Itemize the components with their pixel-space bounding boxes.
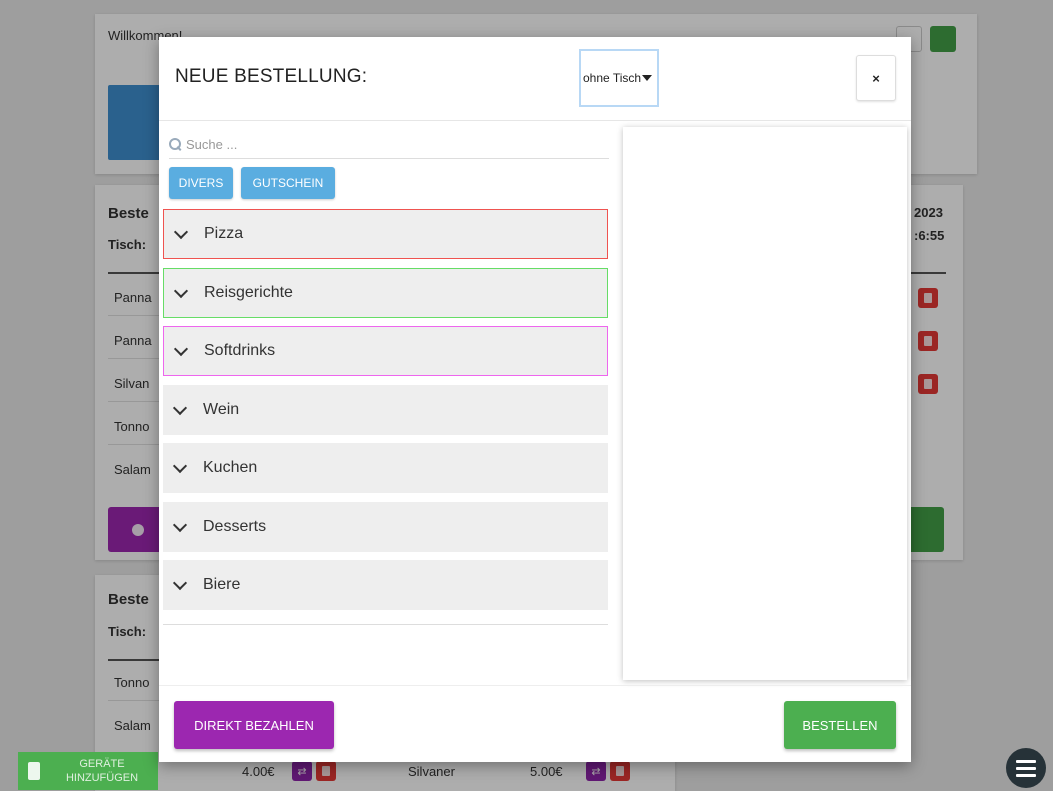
category-label: Reisgerichte [204,284,293,301]
voucher-button[interactable]: GUTSCHEIN [241,167,335,199]
chevron-down-icon [172,575,188,590]
chevron-down-icon [173,224,189,239]
category-wein[interactable]: Wein [163,385,608,435]
category-desserts[interactable]: Desserts [163,502,608,552]
category-pizza[interactable]: Pizza [163,209,608,259]
chevron-down-icon [172,458,188,473]
menu-column: DIVERS GUTSCHEIN Pizza Reisgerichte Softdr… [163,121,609,686]
menu-fab-button[interactable] [1006,748,1046,788]
chevron-down-icon [172,400,188,415]
category-label: Pizza [204,225,244,242]
hamburger-icon [1016,759,1036,763]
app-root: Willkommen! Beste Tisch: 2023 :6:55 Pann… [0,0,1053,791]
add-devices-button[interactable]: GERÄTE HINZUFÜGEN [18,752,158,790]
modal-footer: DIREKT BEZAHLEN BESTELLEN [159,685,911,762]
hamburger-icon [1016,773,1036,777]
modal-header: NEUE BESTELLUNG: ohne Tisch × [159,37,911,121]
category-label: Softdrinks [204,342,276,359]
chevron-down-icon [173,283,189,298]
modal-title: NEUE BESTELLUNG: [175,66,368,87]
new-order-modal: NEUE BESTELLUNG: ohne Tisch × DIVERS GUT… [159,37,911,762]
category-label: Biere [203,576,241,593]
search-bar [169,131,609,159]
category-label: Kuchen [203,459,258,476]
hamburger-icon [1016,766,1036,770]
chevron-down-icon [173,341,189,356]
pay-directly-button[interactable]: DIREKT BEZAHLEN [174,701,334,749]
search-input[interactable] [186,137,566,152]
search-icon [169,138,182,151]
chevron-down-icon [172,517,188,532]
add-devices-label: GERÄTE HINZUFÜGEN [65,758,139,784]
table-select[interactable]: ohne Tisch [579,49,659,107]
category-label: Wein [203,401,240,418]
category-list-divider [163,624,608,625]
close-button[interactable]: × [856,55,896,101]
place-order-button[interactable]: BESTELLEN [784,701,896,749]
caret-down-icon [642,75,652,81]
order-summary-panel [623,127,907,680]
table-select-value: ohne Tisch [583,71,642,85]
category-reisgerichte[interactable]: Reisgerichte [163,268,608,318]
category-kuchen[interactable]: Kuchen [163,443,608,493]
category-label: Desserts [203,518,267,535]
category-softdrinks[interactable]: Softdrinks [163,326,608,376]
divers-button[interactable]: DIVERS [169,167,233,199]
phone-icon [28,762,40,780]
category-biere[interactable]: Biere [163,560,608,610]
